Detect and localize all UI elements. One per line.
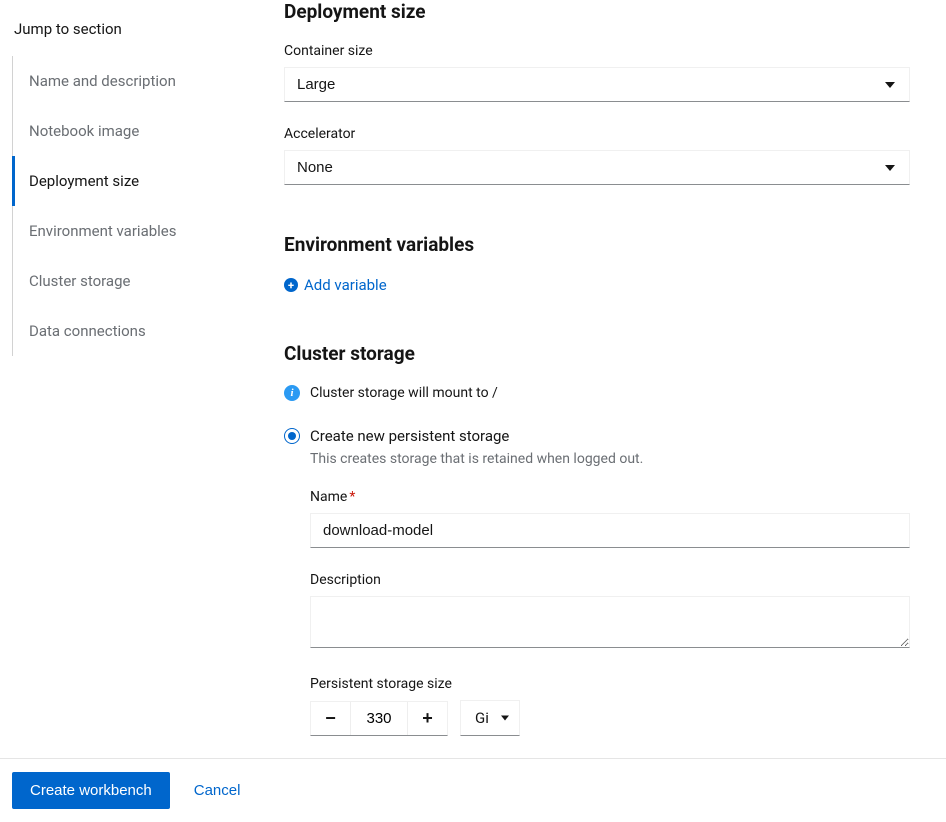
environment-variables-section: Environment variables + Add variable: [284, 233, 910, 294]
storage-heading: Cluster storage: [284, 342, 910, 365]
caret-down-icon: [885, 165, 895, 171]
cluster-storage-section: Cluster storage i Cluster storage will m…: [284, 342, 910, 736]
storage-size-input[interactable]: [351, 702, 407, 735]
jump-sidebar: Jump to section Name and description Not…: [0, 0, 260, 758]
create-workbench-button[interactable]: Create workbench: [12, 772, 170, 809]
storage-size-label: Persistent storage size: [310, 676, 910, 692]
create-storage-help: This creates storage that is retained wh…: [310, 451, 910, 467]
storage-name-label: Name*: [310, 489, 910, 505]
main-content: Deployment size Container size Large Acc…: [260, 0, 946, 758]
accelerator-field: Accelerator None: [284, 126, 910, 185]
stepper-minus-button[interactable]: −: [311, 702, 351, 735]
storage-name-input[interactable]: [310, 513, 910, 548]
storage-subform: Name* Description Persistent storage siz…: [310, 489, 910, 736]
accelerator-value: None: [297, 159, 333, 176]
jump-nav: Name and description Notebook image Depl…: [12, 56, 248, 356]
nav-item-name-description[interactable]: Name and description: [13, 56, 248, 106]
nav-item-environment-variables[interactable]: Environment variables: [13, 206, 248, 256]
storage-unit-select[interactable]: Gi: [460, 700, 520, 736]
storage-desc-input[interactable]: [310, 596, 910, 648]
nav-item-notebook-image[interactable]: Notebook image: [13, 106, 248, 156]
plus-circle-icon: +: [284, 278, 298, 292]
accelerator-select[interactable]: None: [284, 150, 910, 185]
storage-size-row: − + Gi: [310, 700, 910, 736]
accelerator-select-button[interactable]: None: [285, 151, 909, 184]
add-variable-button[interactable]: + Add variable: [284, 276, 387, 294]
footer: Create workbench Cancel: [0, 758, 946, 822]
jump-title: Jump to section: [12, 20, 248, 38]
caret-down-icon: [885, 82, 895, 88]
nav-item-deployment-size[interactable]: Deployment size: [12, 156, 248, 206]
add-variable-label: Add variable: [304, 276, 387, 294]
caret-down-icon: [501, 716, 509, 721]
container-size-select[interactable]: Large: [284, 67, 910, 102]
storage-info-text: Cluster storage will mount to /: [310, 385, 498, 401]
accelerator-label: Accelerator: [284, 126, 910, 142]
storage-unit-value: Gi: [475, 709, 489, 727]
container-size-select-button[interactable]: Large: [285, 68, 909, 101]
stepper-plus-button[interactable]: +: [407, 702, 447, 735]
create-storage-radio-label: Create new persistent storage: [310, 427, 509, 445]
create-storage-radio-row: Create new persistent storage: [284, 427, 910, 445]
nav-item-data-connections[interactable]: Data connections: [13, 306, 248, 356]
storage-desc-label: Description: [310, 572, 910, 588]
deployment-size-section: Deployment size Container size Large Acc…: [284, 0, 910, 185]
deployment-heading: Deployment size: [284, 0, 910, 23]
storage-info: i Cluster storage will mount to /: [284, 385, 910, 401]
nav-item-cluster-storage[interactable]: Cluster storage: [13, 256, 248, 306]
container-size-value: Large: [297, 76, 335, 93]
cancel-button[interactable]: Cancel: [194, 782, 241, 799]
env-heading: Environment variables: [284, 233, 910, 256]
required-indicator: *: [349, 489, 355, 505]
storage-size-stepper: − +: [310, 701, 448, 736]
container-size-field: Container size Large: [284, 43, 910, 102]
info-icon: i: [284, 385, 300, 401]
create-storage-radio[interactable]: [284, 428, 300, 444]
container-size-label: Container size: [284, 43, 910, 59]
